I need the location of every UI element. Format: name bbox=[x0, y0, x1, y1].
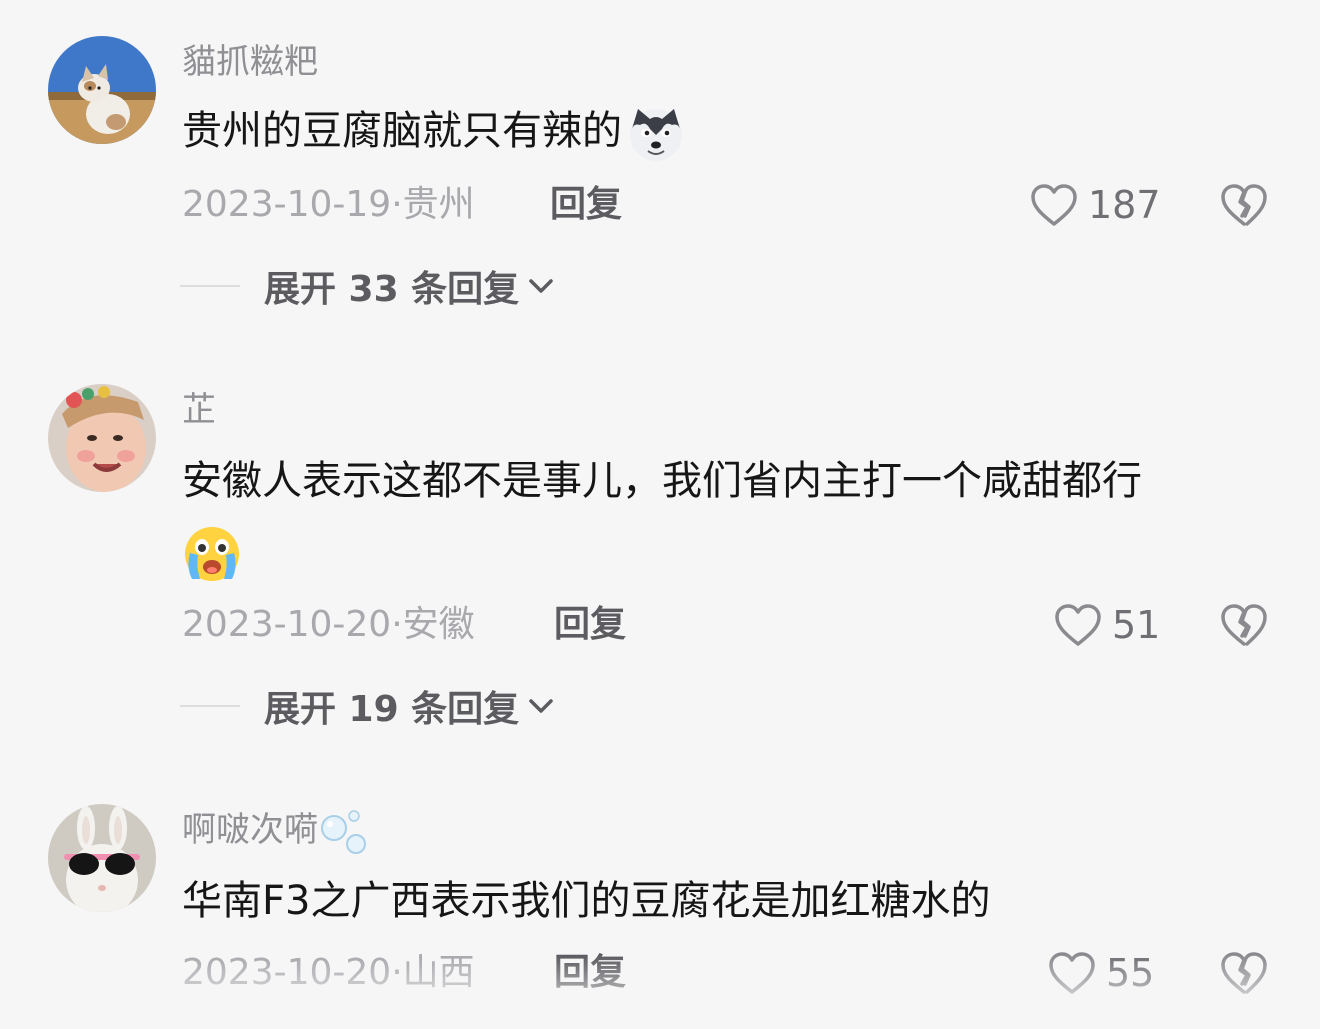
comment-text-body: 华南F3之广西表示我们的豆腐花是加红糖水的 bbox=[182, 878, 991, 924]
comment-date: 2023-10-20 bbox=[182, 604, 392, 645]
kitten-avatar-icon bbox=[48, 36, 156, 144]
comment-username-row: 啊啵次嗬 bbox=[182, 810, 372, 854]
broken-heart-icon bbox=[1221, 604, 1267, 646]
dislike-button[interactable] bbox=[1220, 602, 1268, 648]
comment-meta: 2023-10-19·贵州 bbox=[182, 182, 475, 228]
comment-date: 2023-10-19 bbox=[182, 184, 392, 225]
like-button[interactable]: 187 bbox=[1030, 182, 1161, 228]
heart-outline-icon bbox=[1055, 604, 1101, 646]
comment-text: 安徽人表示这都不是事儿，我们省内主打一个咸甜都行 bbox=[182, 446, 1272, 586]
husky-emoji-icon bbox=[626, 103, 686, 163]
comment-username[interactable]: 芷 bbox=[182, 390, 216, 430]
expand-replies-button[interactable]: 展开 19 条回复 bbox=[180, 683, 555, 730]
chevron-down-icon bbox=[529, 279, 553, 293]
heart-outline-icon bbox=[1031, 184, 1077, 226]
like-count: 51 bbox=[1112, 603, 1161, 647]
expand-replies-label: 展开 33 条回复 bbox=[264, 269, 520, 310]
meta-separator: · bbox=[391, 184, 403, 225]
like-button[interactable]: 51 bbox=[1054, 602, 1160, 648]
comment-location: 贵州 bbox=[402, 184, 475, 225]
rabbit-sunglasses-avatar-icon bbox=[48, 804, 156, 912]
reply-button[interactable]: 回复 bbox=[550, 182, 622, 228]
reply-button[interactable]: 回复 bbox=[554, 602, 626, 648]
bubbles-icon bbox=[321, 810, 366, 854]
comment-text: 华南F3之广西表示我们的豆腐花是加红糖水的 bbox=[182, 866, 1272, 936]
child-face-avatar-icon bbox=[48, 384, 156, 492]
expand-replies-button[interactable]: 展开 33 条回复 bbox=[180, 263, 555, 310]
comment-text-body: 贵州的豆腐脑就只有辣的 bbox=[182, 108, 622, 154]
chevron-down-icon bbox=[529, 699, 553, 713]
comment-location: 安徽 bbox=[402, 604, 475, 645]
comment-text-body: 安徽人表示这都不是事儿，我们省内主打一个咸甜都行 bbox=[182, 458, 1142, 504]
meta-separator: · bbox=[391, 604, 403, 645]
expand-divider bbox=[180, 285, 240, 287]
expand-divider bbox=[180, 705, 240, 707]
crying-face-emoji-icon bbox=[182, 523, 242, 583]
comment-text: 贵州的豆腐脑就只有辣的 bbox=[182, 96, 1272, 166]
broken-heart-icon bbox=[1221, 184, 1267, 226]
expand-replies-label: 展开 19 条回复 bbox=[264, 689, 520, 730]
like-count: 187 bbox=[1088, 183, 1161, 227]
comment-username[interactable]: 貓抓糍粑 bbox=[182, 42, 318, 82]
user-avatar[interactable] bbox=[48, 384, 156, 492]
bottom-fade-overlay bbox=[0, 955, 1320, 1029]
comment-meta: 2023-10-20·安徽 bbox=[182, 602, 475, 648]
dislike-button[interactable] bbox=[1220, 182, 1268, 228]
comment-username[interactable]: 啊啵次嗬 bbox=[182, 810, 318, 850]
user-avatar[interactable] bbox=[48, 804, 156, 912]
user-avatar[interactable] bbox=[48, 36, 156, 144]
